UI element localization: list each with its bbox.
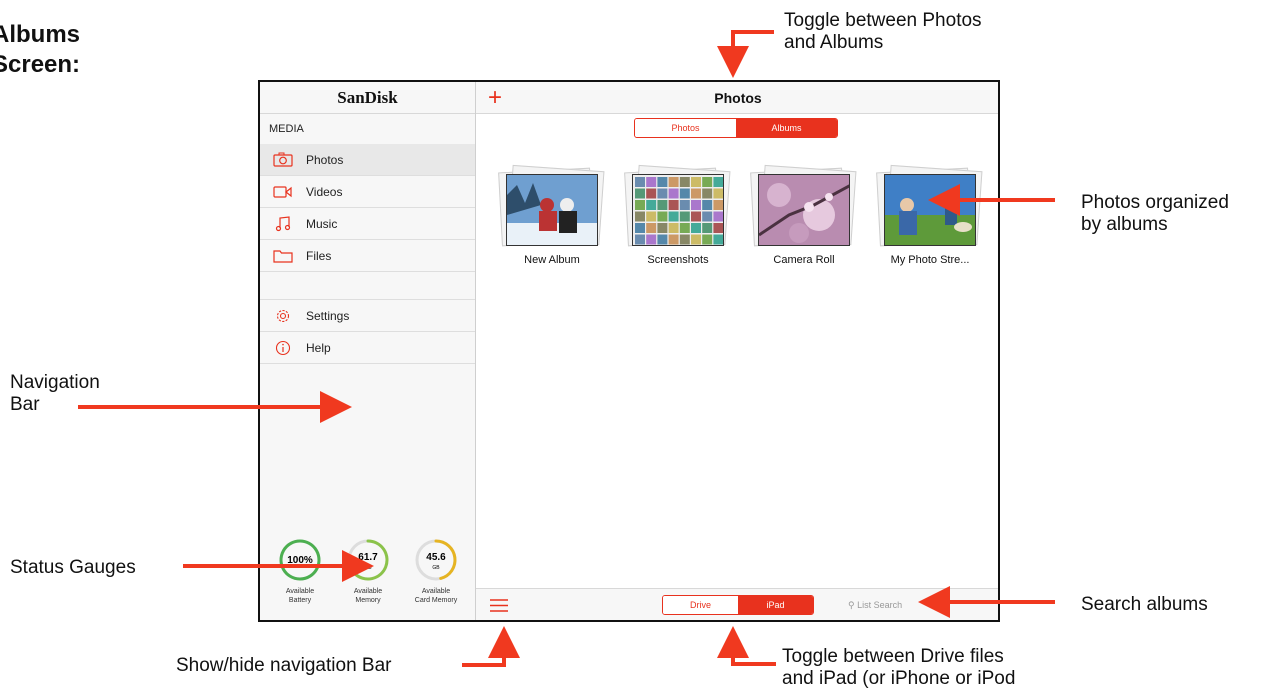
annotation-arrows [78,30,1055,667]
arrow-show-hide-nav [462,626,520,667]
arrow-toggle-drive-ipad [717,626,776,666]
arrow-toggle-photos-albums [717,30,774,78]
